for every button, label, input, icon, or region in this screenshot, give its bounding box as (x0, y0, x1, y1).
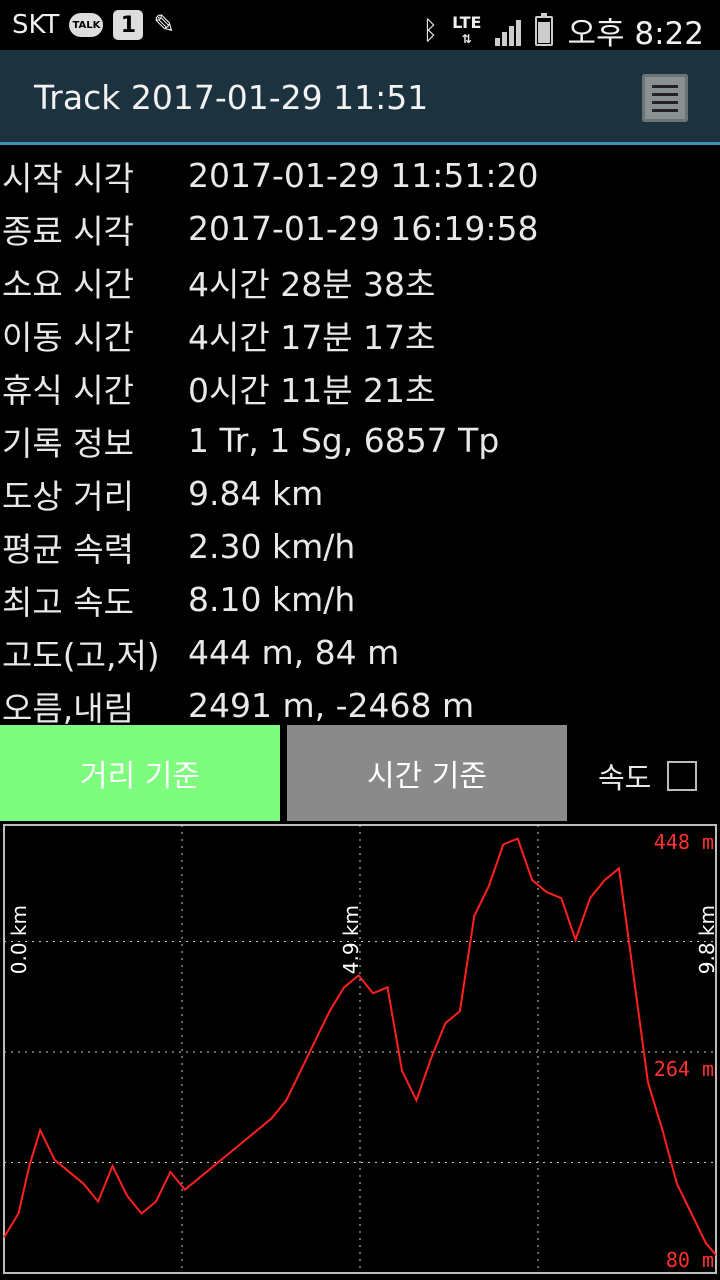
info-label: 소요 시간 (2, 264, 134, 304)
info-row: 종료 시각 2017-01-29 16:19:58 (0, 202, 720, 255)
info-value: 1 Tr, 1 Sg, 6857 Tp (188, 421, 500, 460)
menu-icon[interactable] (642, 74, 688, 122)
bluetooth-icon: ᛒ (422, 15, 439, 46)
info-value: 8.10 km/h (188, 580, 356, 619)
info-row: 최고 속도 8.10 km/h (0, 573, 720, 626)
y-tick-label: 448 m (654, 830, 714, 854)
clock: 오후 8:22 (567, 16, 704, 52)
signal-icon (495, 16, 522, 46)
y-tick-label: 80 m (666, 1248, 714, 1272)
info-label: 종료 시각 (2, 211, 134, 251)
info-value: 0시간 11분 21초 (188, 370, 436, 410)
info-label: 평균 속력 (2, 529, 134, 569)
info-row: 도상 거리 9.84 km (0, 467, 720, 520)
elevation-series-line (3, 837, 717, 1256)
info-value: 2491 m, -2468 m (188, 686, 475, 725)
info-row: 시작 시각 2017-01-29 11:51:20 (0, 149, 720, 202)
info-value: 2017-01-29 11:51:20 (188, 156, 539, 195)
info-row: 고도(고,저) 444 m, 84 m (0, 626, 720, 679)
distance-basis-button[interactable]: 거리 기준 (0, 725, 280, 821)
info-value: 2.30 km/h (188, 527, 356, 566)
info-row: 기록 정보 1 Tr, 1 Sg, 6857 Tp (0, 414, 720, 467)
info-label: 최고 속도 (2, 582, 134, 622)
info-value: 2017-01-29 16:19:58 (188, 209, 539, 248)
x-tick-label: 0.0 km (7, 905, 31, 974)
app-bar: Track 2017-01-29 11:51 (0, 50, 720, 145)
x-tick-label: 4.9 km (339, 905, 363, 974)
info-label: 시작 시각 (2, 158, 134, 198)
info-label: 오름,내림 (2, 688, 134, 728)
time-basis-button[interactable]: 시간 기준 (287, 725, 567, 821)
info-value: 4시간 17분 17초 (188, 317, 436, 357)
y-tick-label: 264 m (654, 1057, 714, 1081)
info-row: 소요 시간 4시간 28분 38초 (0, 255, 720, 308)
info-value: 9.84 km (188, 474, 324, 513)
info-row: 휴식 시간 0시간 11분 21초 (0, 361, 720, 414)
info-row: 평균 속력 2.30 km/h (0, 520, 720, 573)
speed-checkbox[interactable] (667, 761, 698, 791)
carrier-label: SKT (12, 10, 60, 40)
info-row: 이동 시간 4시간 17분 17초 (0, 308, 720, 361)
info-label: 고도(고,저) (2, 635, 160, 675)
speed-label: 속도 (598, 761, 652, 795)
pencil-icon: ✎ (153, 10, 176, 40)
info-label: 도상 거리 (2, 476, 134, 516)
one-badge-icon: 1 (113, 10, 144, 40)
speed-toggle[interactable]: 속도 (598, 755, 698, 797)
kakaotalk-icon: TALK (69, 13, 104, 37)
info-value: 4시간 28분 38초 (188, 264, 436, 304)
x-tick-label: 9.8 km (695, 905, 719, 974)
info-label: 기록 정보 (2, 423, 134, 463)
chart-mode-bar: 거리 기준 시간 기준 속도 (0, 725, 720, 821)
track-info-list: 시작 시각 2017-01-29 11:51:20 종료 시각 2017-01-29 … (0, 149, 720, 732)
lte-icon: LTE ⇅ (452, 12, 482, 46)
info-label: 이동 시간 (2, 317, 134, 357)
battery-icon (535, 12, 554, 46)
status-bar: SKT TALK 1 ✎ ᛒ LTE ⇅ 오후 8:22 (0, 0, 720, 52)
info-value: 444 m, 84 m (188, 633, 400, 672)
track-title: Track 2017-01-29 11:51 (34, 78, 429, 117)
elevation-chart[interactable]: 448 m 264 m 80 m 0.0 km 4.9 km 9.8 km (0, 823, 720, 1280)
info-label: 휴식 시간 (2, 370, 134, 410)
